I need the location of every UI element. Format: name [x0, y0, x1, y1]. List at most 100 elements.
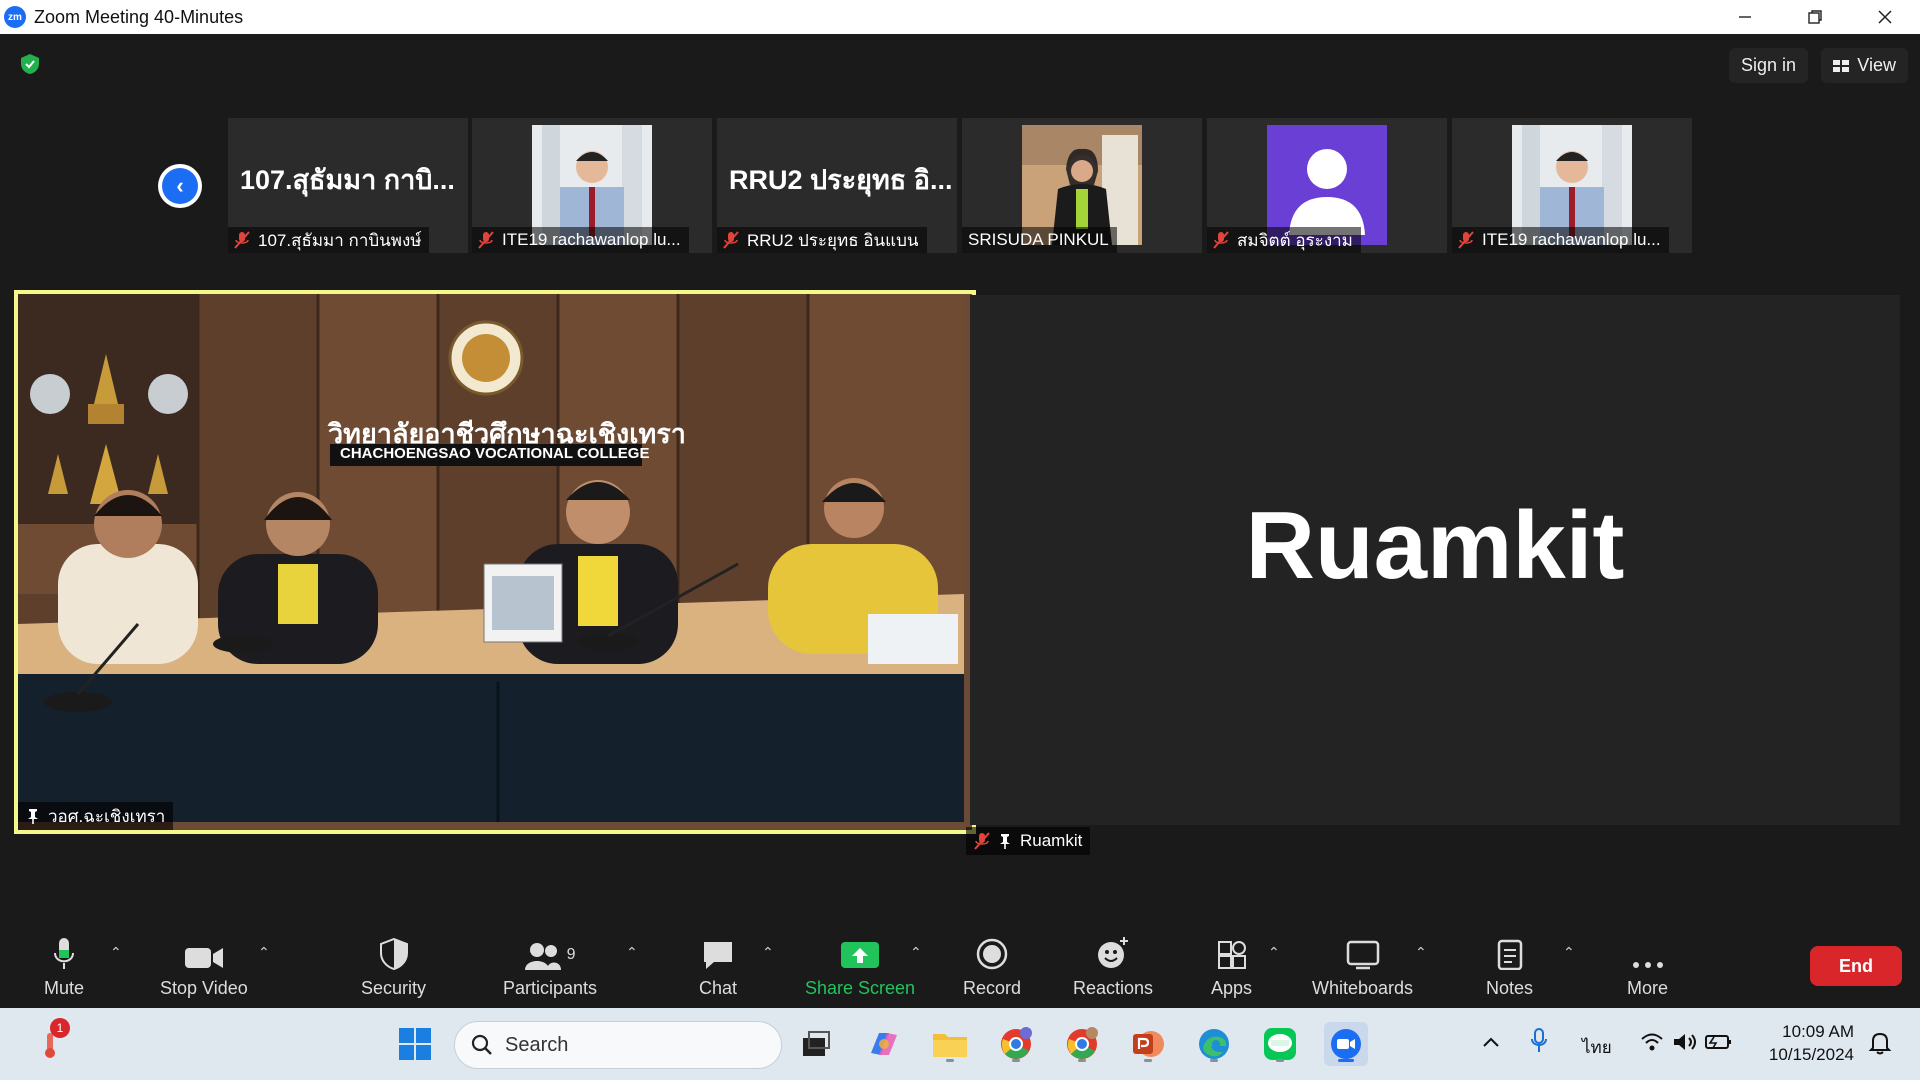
meeting-toolbar: Mute ⌃ Stop Video ⌃ Security 9 Participa… [0, 922, 1920, 1008]
running-indicator [1210, 1059, 1218, 1062]
share-screen-button[interactable]: Share Screen [805, 936, 915, 999]
active-speaker-video-tile[interactable]: วิทยาลัยอาชีวศึกษาฉะเชิงเทรา CHACHOENGSA… [14, 290, 976, 834]
notes-button[interactable]: Notes [1486, 936, 1533, 999]
security-label: Security [361, 978, 427, 998]
microphone-in-use-icon [1531, 1028, 1547, 1052]
security-button[interactable]: Security [361, 936, 426, 999]
participant-thumbnail[interactable]: ITE19 rachawanlop lu... [1452, 118, 1692, 253]
edge-app[interactable] [1192, 1022, 1236, 1066]
zoom-logo-icon: zm [4, 6, 26, 28]
taskbar-search-box[interactable]: Search [454, 1021, 782, 1069]
participant-thumbnail[interactable]: 107.สุธัมมา กาบิ... 107.สุธัมมา กาบินพงษ… [228, 118, 468, 253]
participant-thumbnail[interactable]: สมจิตต์ อุระงาม [1207, 118, 1447, 253]
folder-icon [933, 1034, 967, 1057]
participant-thumbnail[interactable]: ITE19 rachawanlop lu... [472, 118, 712, 253]
input-language-indicator[interactable]: ไทย [1582, 1034, 1612, 1061]
line-app[interactable] [1258, 1022, 1302, 1066]
zoom-app[interactable] [1324, 1022, 1368, 1066]
mic-muted-icon [1458, 231, 1474, 249]
notifications-button[interactable] [1868, 1030, 1892, 1061]
encryption-shield-icon[interactable] [18, 52, 42, 76]
participant-caption-text: ITE19 rachawanlop lu... [502, 230, 681, 249]
audio-options-chevron-icon[interactable]: ⌃ [110, 944, 122, 961]
reactions-label: Reactions [1073, 978, 1154, 998]
sign-in-button[interactable]: Sign in [1728, 48, 1808, 83]
copilot-app[interactable] [862, 1022, 906, 1066]
start-button[interactable] [393, 1022, 437, 1066]
view-button[interactable]: View [1821, 48, 1908, 83]
clock-date: 10/15/2024 [1768, 1045, 1854, 1064]
notes-options-chevron-icon[interactable]: ⌃ [1563, 944, 1575, 961]
restore-button[interactable] [1780, 0, 1850, 34]
powerpoint-app[interactable] [1126, 1022, 1170, 1066]
close-icon [1878, 10, 1892, 24]
reactions-smiley-icon [1098, 937, 1129, 968]
participant-thumbnail[interactable]: RRU2 ประยุทธ อิ... RRU2 ประยุทธ อินแบน [717, 118, 957, 253]
task-view-button[interactable] [794, 1022, 838, 1066]
whiteboards-label: Whiteboards [1312, 978, 1414, 998]
end-meeting-button[interactable]: End [1810, 946, 1902, 986]
chat-options-chevron-icon[interactable]: ⌃ [762, 944, 774, 961]
record-icon [976, 938, 1008, 970]
tile-name-text: วอศ.ฉะเชิงเทรา [48, 806, 166, 826]
participants-options-chevron-icon[interactable]: ⌃ [626, 944, 638, 961]
participant-caption: RRU2 ประยุทธ อินแบน [717, 227, 927, 253]
minimize-button[interactable] [1710, 0, 1780, 34]
show-hidden-icons-button[interactable] [1482, 1032, 1500, 1053]
record-button[interactable]: Record [963, 936, 1021, 999]
tile-name-text: Ruamkit [1020, 831, 1083, 850]
file-explorer-app[interactable] [928, 1022, 972, 1066]
taskbar-clock[interactable]: 10:09 AM 10/15/2024 [1769, 1020, 1854, 1066]
participants-icon [524, 943, 561, 970]
notification-badge: 1 [50, 1018, 70, 1038]
close-button[interactable] [1850, 0, 1920, 34]
windows-logo-icon [399, 1028, 431, 1060]
participant-name-display: Ruamkit [1245, 492, 1625, 599]
participant-caption: 107.สุธัมมา กาบินพงษ์ [228, 227, 430, 253]
weather-widget[interactable]: 1 [28, 1018, 72, 1066]
window-controls [1710, 0, 1920, 34]
stop-video-button[interactable]: Stop Video [160, 936, 248, 999]
network-volume-battery-group[interactable] [1640, 1030, 1732, 1059]
participant-thumbnail[interactable]: SRISUDA PINKUL [962, 118, 1202, 253]
minimize-icon [1739, 16, 1751, 18]
participant-caption-text: 107.สุธัมมา กาบินพงษ์ [258, 230, 422, 250]
mute-button[interactable]: Mute [44, 936, 84, 999]
participant-caption: สมจิตต์ อุระงาม [1207, 227, 1361, 253]
running-indicator [1276, 1059, 1284, 1062]
active-indicator [1338, 1059, 1354, 1062]
window-title-bar: zm Zoom Meeting 40-Minutes [0, 0, 1920, 34]
more-button[interactable]: More [1627, 936, 1668, 999]
chat-button[interactable]: Chat [699, 936, 737, 999]
pin-icon [28, 809, 38, 824]
video-options-chevron-icon[interactable]: ⌃ [258, 944, 270, 961]
security-shield-icon [379, 938, 408, 970]
powerpoint-icon [1133, 1031, 1164, 1057]
previous-page-button[interactable]: ‹ [158, 164, 202, 208]
chrome-app-profile-p[interactable] [994, 1022, 1038, 1066]
participant-caption-text: RRU2 ประยุทธ อินแบน [747, 230, 919, 250]
participant-name-display: 107.สุธัมมา กาบิ... [240, 165, 455, 195]
share-options-chevron-icon[interactable]: ⌃ [910, 944, 922, 961]
participant-caption: SRISUDA PINKUL [962, 227, 1117, 253]
participant-video-tile[interactable]: Ruamkit [970, 295, 1900, 825]
microphone-tray-button[interactable] [1530, 1028, 1548, 1059]
clock-time: 10:09 AM [1782, 1022, 1854, 1041]
tile-name-label: Ruamkit [966, 827, 1091, 855]
microphone-icon [54, 938, 75, 969]
reactions-button[interactable]: Reactions [1073, 936, 1153, 999]
apps-options-chevron-icon[interactable]: ⌃ [1268, 944, 1280, 961]
more-dots-icon [1632, 962, 1663, 968]
apps-button[interactable]: Apps [1211, 936, 1252, 999]
whiteboards-options-chevron-icon[interactable]: ⌃ [1415, 944, 1427, 961]
chrome-icon [1067, 1027, 1098, 1059]
whiteboard-icon [1346, 940, 1379, 970]
participants-label: Participants [503, 978, 598, 998]
notes-label: Notes [1486, 978, 1534, 998]
whiteboards-button[interactable]: Whiteboards [1312, 936, 1413, 999]
chrome-app-profile-2[interactable] [1060, 1022, 1104, 1066]
participants-button[interactable]: 9 Participants [503, 936, 597, 999]
share-screen-label: Share Screen [805, 978, 916, 998]
running-indicator [946, 1059, 954, 1062]
apps-icon [1217, 941, 1246, 969]
